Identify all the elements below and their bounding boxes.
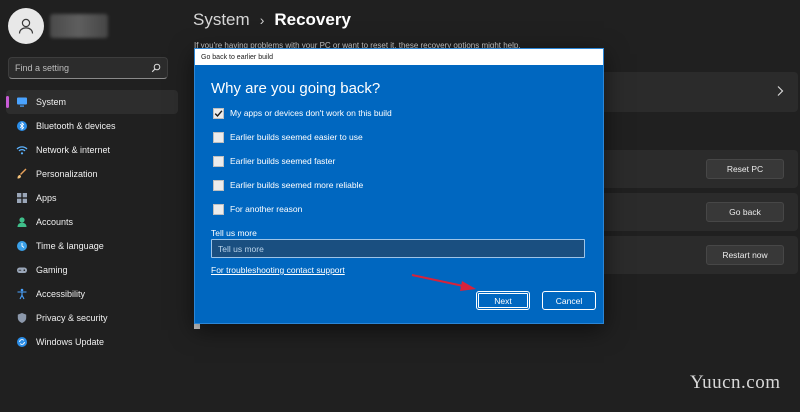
sidebar-item-personalization[interactable]: Personalization <box>6 162 178 186</box>
update-icon <box>16 336 28 348</box>
wifi-icon <box>16 144 28 156</box>
sidebar-item-time-language[interactable]: Time & language <box>6 234 178 258</box>
checkbox[interactable] <box>213 203 224 215</box>
sidebar-item-accounts[interactable]: Accounts <box>6 210 178 234</box>
go-back-button[interactable]: Go back <box>706 202 784 222</box>
checkbox-checked[interactable] <box>213 107 224 119</box>
avatar[interactable] <box>8 8 44 44</box>
search-icon[interactable] <box>151 63 161 73</box>
sidebar-item-system[interactable]: System <box>6 90 178 114</box>
hidden-content-edge <box>194 324 200 329</box>
sidebar-item-accessibility[interactable]: Accessibility <box>6 282 178 306</box>
sidebar-item-label: Gaming <box>36 265 68 275</box>
sidebar-item-label: Windows Update <box>36 337 105 347</box>
chevron-right-icon <box>777 86 784 96</box>
tell-us-more-input[interactable] <box>211 239 585 258</box>
sidebar-item-gaming[interactable]: Gaming <box>6 258 178 282</box>
search-box[interactable] <box>8 57 168 79</box>
sidebar: System Bluetooth & devices Network & int… <box>0 0 180 412</box>
tell-us-more-label: Tell us more <box>211 228 257 238</box>
sidebar-item-network[interactable]: Network & internet <box>6 138 178 162</box>
sidebar-item-label: Accounts <box>36 217 74 227</box>
monitor-icon <box>16 96 28 108</box>
cancel-button[interactable]: Cancel <box>542 291 596 310</box>
globe-clock-icon <box>16 240 28 252</box>
reason-option-apps-devices[interactable]: My apps or devices don't work on this bu… <box>213 107 392 119</box>
go-back-dialog: Go back to earlier build Why are you goi… <box>194 48 604 324</box>
page-title: Recovery <box>274 10 351 29</box>
sidebar-item-label: Bluetooth & devices <box>36 121 116 131</box>
username-blurred <box>50 14 108 38</box>
chevron-right-icon: › <box>259 12 265 28</box>
brush-icon <box>16 168 28 180</box>
checkmark-icon <box>214 109 223 117</box>
reason-option-reliable[interactable]: Earlier builds seemed more reliable <box>213 179 363 191</box>
sidebar-item-label: Apps <box>36 193 57 203</box>
reason-option-faster[interactable]: Earlier builds seemed faster <box>213 155 335 167</box>
breadcrumb-system[interactable]: System <box>193 10 250 30</box>
sidebar-item-label: Network & internet <box>36 145 111 155</box>
search-input[interactable] <box>15 63 151 73</box>
sidebar-item-label: Time & language <box>36 241 104 251</box>
person-icon <box>16 216 28 228</box>
restart-now-button[interactable]: Restart now <box>706 245 784 265</box>
checkbox[interactable] <box>213 131 224 143</box>
reason-label: Earlier builds seemed more reliable <box>230 180 364 190</box>
bluetooth-icon <box>16 120 28 132</box>
sidebar-nav: System Bluetooth & devices Network & int… <box>6 90 178 354</box>
sidebar-item-privacy[interactable]: Privacy & security <box>6 306 178 330</box>
breadcrumb: System › Recovery <box>193 8 351 32</box>
checkbox[interactable] <box>213 155 224 167</box>
checkbox[interactable] <box>213 179 224 191</box>
sidebar-item-label: System <box>36 97 67 107</box>
dialog-titlebar: Go back to earlier build <box>195 49 603 65</box>
apps-icon <box>16 192 28 204</box>
reason-option-easier[interactable]: Earlier builds seemed easier to use <box>213 131 363 143</box>
sidebar-item-label: Privacy & security <box>36 313 108 323</box>
contact-support-link[interactable]: For troubleshooting contact support <box>211 265 345 275</box>
fix-problems-card[interactable] <box>602 72 798 112</box>
reason-label: Earlier builds seemed faster <box>230 156 336 166</box>
next-button[interactable]: Next <box>476 291 530 310</box>
annotation-arrow-icon <box>411 274 476 291</box>
reason-label: My apps or devices don't work on this bu… <box>230 108 392 118</box>
accessibility-icon <box>16 288 28 300</box>
sidebar-item-bluetooth[interactable]: Bluetooth & devices <box>6 114 178 138</box>
reason-label: Earlier builds seemed easier to use <box>230 132 363 142</box>
shield-icon <box>16 312 28 324</box>
dialog-heading: Why are you going back? <box>211 80 381 97</box>
watermark-text: Yuucn.com <box>690 372 781 393</box>
sidebar-item-apps[interactable]: Apps <box>6 186 178 210</box>
sidebar-item-windows-update[interactable]: Windows Update <box>6 330 178 354</box>
reason-option-another[interactable]: For another reason <box>213 203 302 215</box>
reason-label: For another reason <box>230 204 303 214</box>
reset-pc-button[interactable]: Reset PC <box>706 159 784 179</box>
sidebar-item-label: Personalization <box>36 169 98 179</box>
sidebar-item-label: Accessibility <box>36 289 86 299</box>
gamepad-icon <box>16 264 28 276</box>
person-icon <box>18 18 34 34</box>
